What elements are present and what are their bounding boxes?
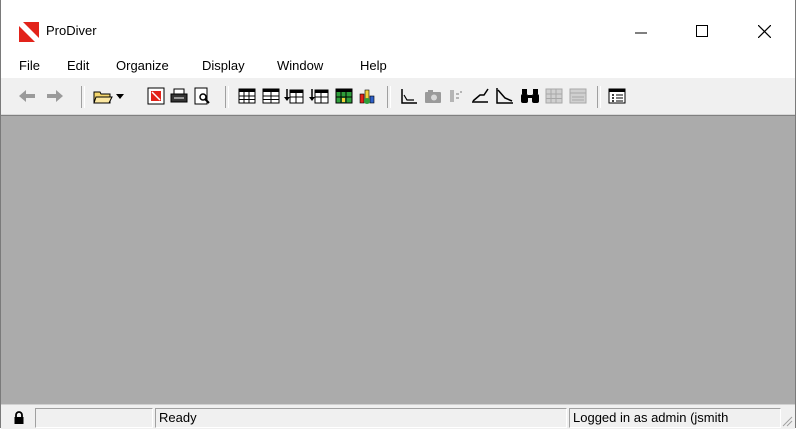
close-button[interactable] bbox=[741, 10, 787, 52]
insert-row-icon bbox=[284, 89, 304, 104]
binoculars-icon bbox=[521, 89, 539, 103]
menu-window[interactable]: Window bbox=[277, 58, 323, 73]
table-alt-icon bbox=[262, 88, 280, 104]
camera-icon bbox=[425, 90, 441, 103]
status-pane-empty bbox=[35, 408, 153, 428]
prodiver-logo-icon bbox=[19, 22, 39, 42]
descent-graph-icon bbox=[496, 88, 513, 104]
table-alt-button[interactable] bbox=[261, 86, 281, 106]
back-button[interactable] bbox=[17, 86, 37, 106]
filter-icon bbox=[450, 90, 462, 102]
minimize-icon bbox=[635, 32, 647, 34]
search-button[interactable] bbox=[520, 86, 540, 106]
menu-organize[interactable]: Organize bbox=[116, 58, 169, 73]
grid-disabled-button[interactable] bbox=[544, 86, 564, 106]
toolbar-separator bbox=[225, 86, 229, 108]
chart-3d-icon bbox=[359, 89, 375, 104]
grid-disabled-icon bbox=[545, 88, 563, 104]
form-button[interactable] bbox=[146, 86, 166, 106]
status-bar: Ready Logged in as admin (jsmith bbox=[1, 404, 795, 429]
profile-graph-button[interactable] bbox=[399, 86, 419, 106]
forward-button[interactable] bbox=[45, 86, 65, 106]
close-icon bbox=[757, 24, 771, 38]
properties-button[interactable] bbox=[607, 86, 627, 106]
print-preview-button[interactable] bbox=[192, 86, 212, 106]
insert-row-alt-button[interactable] bbox=[309, 86, 329, 106]
ascent-graph-icon bbox=[472, 88, 489, 103]
grid-green-button[interactable] bbox=[334, 86, 354, 106]
panel-disabled-icon bbox=[569, 88, 587, 104]
dropdown-arrow-icon bbox=[116, 93, 124, 99]
profile-graph-icon bbox=[401, 89, 417, 104]
mdi-client-area[interactable] bbox=[1, 115, 795, 404]
maximize-button[interactable] bbox=[679, 10, 725, 52]
forward-arrow-icon bbox=[47, 90, 63, 102]
chart-3d-button[interactable] bbox=[357, 86, 377, 106]
open-button[interactable] bbox=[93, 86, 113, 106]
status-text: Ready bbox=[155, 408, 567, 428]
insert-row-button[interactable] bbox=[284, 86, 304, 106]
insert-row-alt-icon bbox=[309, 89, 329, 104]
minimize-button[interactable] bbox=[618, 10, 664, 52]
table-icon bbox=[238, 88, 256, 104]
descent-graph-button[interactable] bbox=[495, 86, 515, 106]
panel-disabled-button[interactable] bbox=[568, 86, 588, 106]
properties-list-icon bbox=[608, 88, 626, 104]
user-status: Logged in as admin (jsmith bbox=[569, 408, 781, 428]
grid-green-icon bbox=[335, 88, 353, 104]
menu-help[interactable]: Help bbox=[360, 58, 387, 73]
back-arrow-icon bbox=[19, 90, 35, 102]
menu-edit[interactable]: Edit bbox=[67, 58, 89, 73]
resize-grip-icon[interactable] bbox=[781, 413, 793, 427]
print-icon bbox=[170, 88, 188, 103]
print-preview-icon bbox=[194, 87, 210, 105]
table-button[interactable] bbox=[237, 86, 257, 106]
red-form-icon bbox=[147, 87, 165, 105]
window-title: ProDiver bbox=[46, 23, 97, 38]
menu-display[interactable]: Display bbox=[202, 58, 245, 73]
menu-file[interactable]: File bbox=[19, 58, 40, 73]
open-dropdown-button[interactable] bbox=[113, 86, 127, 106]
title-bar[interactable]: ProDiver bbox=[1, 0, 795, 50]
ascent-graph-button[interactable] bbox=[470, 86, 490, 106]
camera-button[interactable] bbox=[423, 86, 443, 106]
lock-icon bbox=[14, 411, 24, 424]
maximize-icon bbox=[696, 25, 708, 37]
toolbar-separator bbox=[81, 86, 85, 108]
toolbar-separator bbox=[387, 86, 391, 108]
app-window: ProDiver File Edit Organize Display Wind… bbox=[0, 0, 796, 429]
open-folder-icon bbox=[93, 91, 113, 104]
filter-button[interactable] bbox=[447, 86, 467, 106]
menu-bar: File Edit Organize Display Window Help bbox=[1, 54, 795, 78]
toolbar-separator bbox=[597, 86, 601, 108]
toolbar bbox=[1, 78, 795, 115]
print-button[interactable] bbox=[169, 86, 189, 106]
